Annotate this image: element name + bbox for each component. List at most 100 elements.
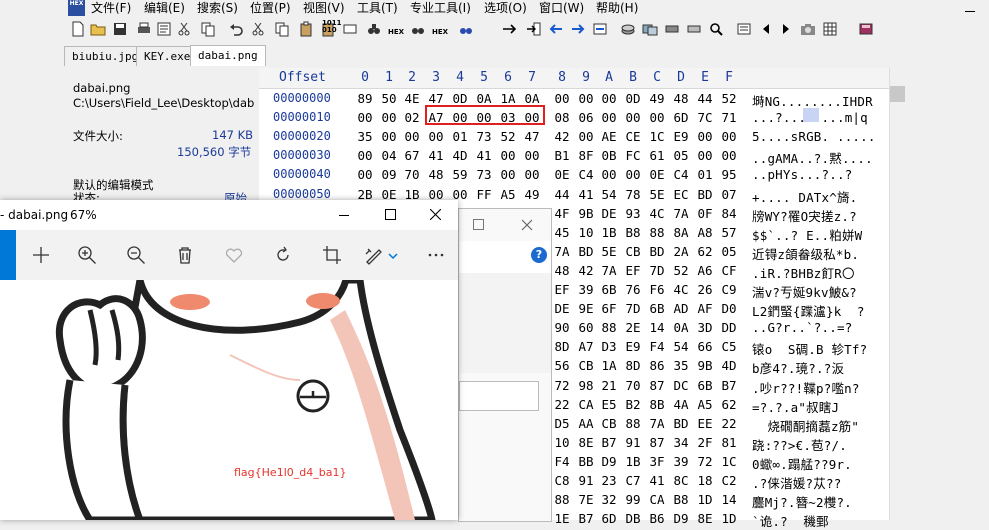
hex-byte[interactable]: F4	[647, 339, 667, 354]
edit-icon[interactable]	[364, 245, 384, 265]
hex-byte[interactable]: 00	[719, 129, 739, 144]
hex-byte[interactable]: 4D	[450, 148, 470, 163]
cut-block-icon[interactable]	[250, 21, 266, 37]
hex-byte[interactable]: 57	[719, 225, 739, 240]
hex-byte[interactable]: 54	[599, 187, 619, 202]
photos-maximize-icon[interactable]	[385, 209, 396, 220]
hex-byte[interactable]: 7A	[671, 206, 691, 221]
tab-key-exe[interactable]: KEY.exe	[136, 46, 199, 66]
hex-byte[interactable]: 6B	[599, 282, 619, 297]
grid-icon[interactable]	[822, 21, 838, 37]
hex-byte[interactable]: 00	[379, 110, 399, 125]
hex-byte[interactable]: EE	[695, 416, 715, 431]
hex-byte[interactable]: 2F	[695, 435, 715, 450]
menu-edit[interactable]: 编辑(E)	[144, 0, 185, 16]
hex-byte[interactable]: 9B	[695, 358, 715, 373]
hex-byte[interactable]: 34	[671, 435, 691, 450]
hex-byte[interactable]: D5	[552, 416, 572, 431]
scrollbar-thumb[interactable]	[890, 86, 905, 102]
print-icon[interactable]	[136, 21, 152, 37]
hex-byte[interactable]: 10	[552, 435, 572, 450]
hex-byte[interactable]: 62	[695, 244, 715, 259]
hex-byte[interactable]: 00	[402, 129, 422, 144]
tab-biubiu[interactable]: biubiu.jpg	[64, 46, 147, 66]
hex-byte[interactable]: 18	[695, 473, 715, 488]
hex-byte[interactable]: 0E	[552, 167, 572, 182]
paste-icon[interactable]	[298, 21, 314, 37]
hex-byte[interactable]: 90	[552, 320, 572, 335]
hex-byte[interactable]: 60	[576, 320, 596, 335]
hex-byte[interactable]: 6B	[647, 301, 667, 316]
hex-byte[interactable]: DC	[671, 378, 691, 393]
hex-byte[interactable]: 88	[647, 225, 667, 240]
hex-byte[interactable]: 76	[623, 282, 643, 297]
vertical-scrollbar[interactable]	[889, 68, 907, 520]
hex-byte[interactable]: 7D	[647, 263, 667, 278]
hex-byte[interactable]: CA	[576, 397, 596, 412]
hex-byte[interactable]: 35	[355, 129, 375, 144]
hex-byte[interactable]: 48	[671, 91, 691, 106]
hex-byte[interactable]: DE	[599, 206, 619, 221]
hex-byte[interactable]: 04	[379, 148, 399, 163]
crop-icon[interactable]	[322, 245, 342, 265]
hex-byte[interactable]: BD	[647, 244, 667, 259]
hex-byte[interactable]: DE	[552, 301, 572, 316]
hex-byte[interactable]: 41	[474, 148, 494, 163]
hex-byte[interactable]: 49	[522, 187, 542, 202]
hex-byte[interactable]: 32	[599, 492, 619, 507]
hex-byte[interactable]: 01	[695, 167, 715, 182]
hex-byte[interactable]: 00	[355, 167, 375, 182]
hex-byte[interactable]: 39	[576, 282, 596, 297]
hex-byte[interactable]: 09	[379, 167, 399, 182]
photos-minimize-icon[interactable]	[339, 215, 349, 216]
hex-byte[interactable]: 78	[623, 187, 643, 202]
hex-byte[interactable]: 44	[695, 91, 715, 106]
hex-byte[interactable]: 8A	[671, 225, 691, 240]
replace-text-icon[interactable]	[410, 21, 426, 37]
hex-byte[interactable]: 8B	[647, 397, 667, 412]
ascii-text[interactable]: ..pHYs...?..?	[752, 167, 852, 182]
hex-byte[interactable]: D9	[599, 454, 619, 469]
find-again-icon[interactable]	[458, 21, 474, 37]
hex-byte[interactable]: 98	[576, 378, 596, 393]
hex-byte[interactable]: B7	[719, 378, 739, 393]
hex-byte[interactable]: 52	[719, 91, 739, 106]
hex-byte[interactable]: EF	[623, 263, 643, 278]
hex-row[interactable]: 00000020 35 00 00 00 01 73 52 47 42 00 AE CE 1C E9 00 00…	[259, 127, 889, 146]
hex-byte[interactable]: 3D	[695, 320, 715, 335]
hex-byte[interactable]: 1C	[647, 129, 667, 144]
hex-byte[interactable]: 8C	[671, 473, 691, 488]
hex-byte[interactable]: 49	[647, 91, 667, 106]
minimize-icon[interactable]	[965, 11, 975, 12]
hex-byte[interactable]: 7A	[552, 244, 572, 259]
hex-byte[interactable]: 7A	[647, 416, 667, 431]
hex-byte[interactable]: FC	[623, 148, 643, 163]
hex-byte[interactable]: 41	[426, 148, 446, 163]
menu-tools[interactable]: 工具(T)	[357, 0, 398, 16]
hex-byte[interactable]: 00	[695, 148, 715, 163]
block-icon[interactable]	[592, 21, 608, 37]
hex-byte[interactable]: 0A	[474, 91, 494, 106]
hex-row[interactable]: 00000000 89 50 4E 47 0D 0A 1A 0A 00 00 00 0D 49 48 44 52…	[259, 89, 889, 109]
back-icon[interactable]	[548, 21, 564, 37]
hex-byte[interactable]: BB	[576, 454, 596, 469]
hex-byte[interactable]: 21	[599, 378, 619, 393]
hex-byte[interactable]: 0D	[450, 91, 470, 106]
hex-byte[interactable]: 9E	[576, 301, 596, 316]
hex-byte[interactable]: 00	[355, 110, 375, 125]
hex-byte[interactable]: 00	[576, 91, 596, 106]
hex-byte[interactable]: 59	[450, 167, 470, 182]
hex-byte[interactable]: 1D	[695, 492, 715, 507]
hex-byte[interactable]: 02	[402, 110, 422, 125]
hex-byte[interactable]: 42	[576, 263, 596, 278]
hex-byte[interactable]: 48	[426, 167, 446, 182]
hex-byte[interactable]: 47	[522, 129, 542, 144]
hex-byte[interactable]: 00	[522, 148, 542, 163]
hex-byte[interactable]: 1B	[623, 454, 643, 469]
hex-byte[interactable]: 0D	[623, 91, 643, 106]
next-icon[interactable]	[778, 21, 794, 37]
hex-byte[interactable]: 8E	[695, 511, 715, 526]
hex-byte[interactable]: 08	[552, 110, 572, 125]
menu-window[interactable]: 窗口(W)	[539, 0, 584, 16]
hex-byte[interactable]: 4E	[402, 91, 422, 106]
